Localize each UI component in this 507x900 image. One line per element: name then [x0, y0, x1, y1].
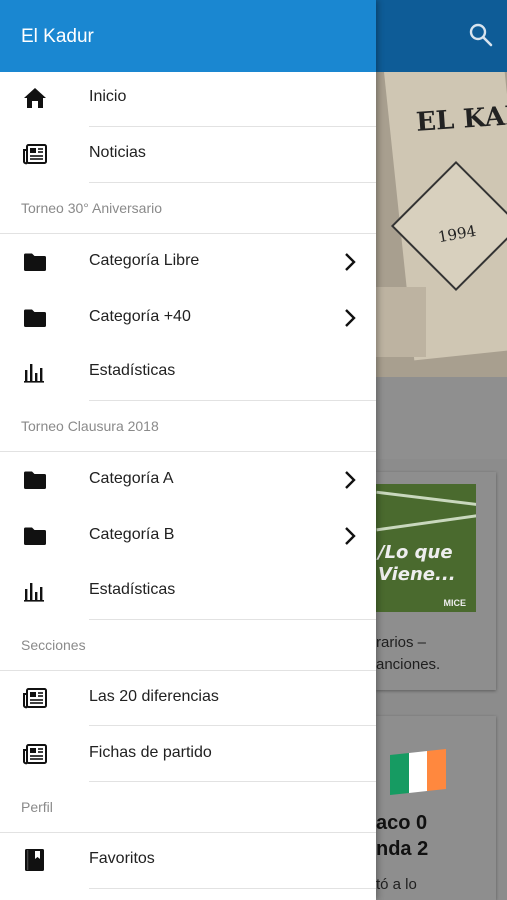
field-line: [376, 511, 476, 532]
newspaper-icon: [22, 142, 48, 166]
nav-item-label: Fichas de partido: [89, 744, 212, 761]
nav-item-label: Categoría B: [89, 526, 175, 543]
section-header: Torneo 30° Aniversario: [21, 200, 163, 216]
bookmark-book-icon: [22, 848, 48, 872]
hero-image[interactable]: EL KAD 1994: [376, 72, 507, 377]
nav-item-estadisticas[interactable]: Estadísticas: [0, 563, 376, 619]
nav-item-favoritos[interactable]: Favoritos: [0, 832, 376, 888]
nav-item-fichas-de-partido[interactable]: Fichas de partido: [0, 726, 376, 782]
section-header: Perfil: [21, 799, 53, 815]
section-header: Torneo Clausura 2018: [21, 418, 159, 434]
flag-stripe: [427, 749, 447, 792]
news-card[interactable]: aco 0 nda 2 tó a lo: [376, 716, 496, 900]
bar-chart-icon: [22, 579, 48, 603]
newspaper-icon: [22, 742, 48, 766]
divider: [89, 781, 376, 782]
nav-item-noticias[interactable]: Noticias: [0, 126, 376, 182]
app-title: El Kadur: [21, 26, 94, 47]
divider: [89, 400, 376, 401]
flag-stripe: [390, 752, 409, 795]
divider: [89, 619, 376, 620]
nav-item-label: Inicio: [89, 88, 127, 105]
nav-item-label: Estadísticas: [89, 581, 176, 598]
news-card-stub[interactable]: [376, 377, 507, 459]
field-line: [376, 490, 476, 509]
nav-item-categoria-a[interactable]: Categoría A: [0, 452, 376, 508]
nav-item-categoria-b[interactable]: Categoría B: [0, 508, 376, 564]
chevron-right-icon: [340, 524, 360, 548]
folder-icon: [22, 250, 48, 274]
nav-item-label: Categoría +40: [89, 308, 191, 325]
nav-item-categoria-libre[interactable]: Categoría Libre: [0, 234, 376, 290]
search-icon[interactable]: [466, 20, 496, 50]
navigation-drawer: El Kadur Inicio Noticias Torneo 30° Aniv…: [0, 0, 376, 900]
newspaper-icon: [22, 686, 48, 710]
ireland-flag-icon: [390, 749, 447, 795]
divider: [89, 888, 376, 889]
folder-icon: [22, 306, 48, 330]
news-thumbnail: /Lo que Viene... MICE: [376, 484, 476, 612]
nav-item-label: Categoría A: [89, 470, 174, 487]
nav-item-inicio[interactable]: Inicio: [0, 70, 376, 126]
chevron-right-icon: [340, 306, 360, 330]
section-header: Secciones: [21, 637, 86, 653]
folder-icon: [22, 524, 48, 548]
news-card-headline: aco 0 nda 2: [376, 812, 429, 860]
nav-item-label: Favoritos: [89, 850, 155, 867]
nav-item-label: Categoría Libre: [89, 252, 200, 269]
thumbnail-caption: /Lo que Viene...: [378, 542, 456, 585]
home-icon: [22, 86, 48, 110]
thumbnail-brand: MICE: [443, 598, 467, 608]
news-card-text: tó a lo: [376, 876, 417, 893]
nav-item-estadisticas[interactable]: Estadísticas: [0, 344, 376, 400]
nav-item-label: Noticias: [89, 144, 146, 161]
folder-icon: [22, 468, 48, 492]
nav-item-categoria-40[interactable]: Categoría +40: [0, 290, 376, 346]
nav-item-label: Las 20 diferencias: [89, 688, 219, 705]
divider: [89, 182, 376, 183]
chevron-right-icon: [340, 250, 360, 274]
bar-chart-icon: [22, 360, 48, 384]
nav-item-las-20-diferencias[interactable]: Las 20 diferencias: [0, 670, 376, 726]
flag-stripe: [408, 751, 428, 793]
news-card-text: rarios – anciones.: [376, 634, 441, 673]
nav-item-label: Estadísticas: [89, 362, 176, 379]
drawer-header: El Kadur: [0, 0, 376, 72]
hero-paper-2: [376, 287, 426, 357]
chevron-right-icon: [340, 468, 360, 492]
news-card[interactable]: /Lo que Viene... MICE rarios – anciones.: [376, 472, 496, 690]
